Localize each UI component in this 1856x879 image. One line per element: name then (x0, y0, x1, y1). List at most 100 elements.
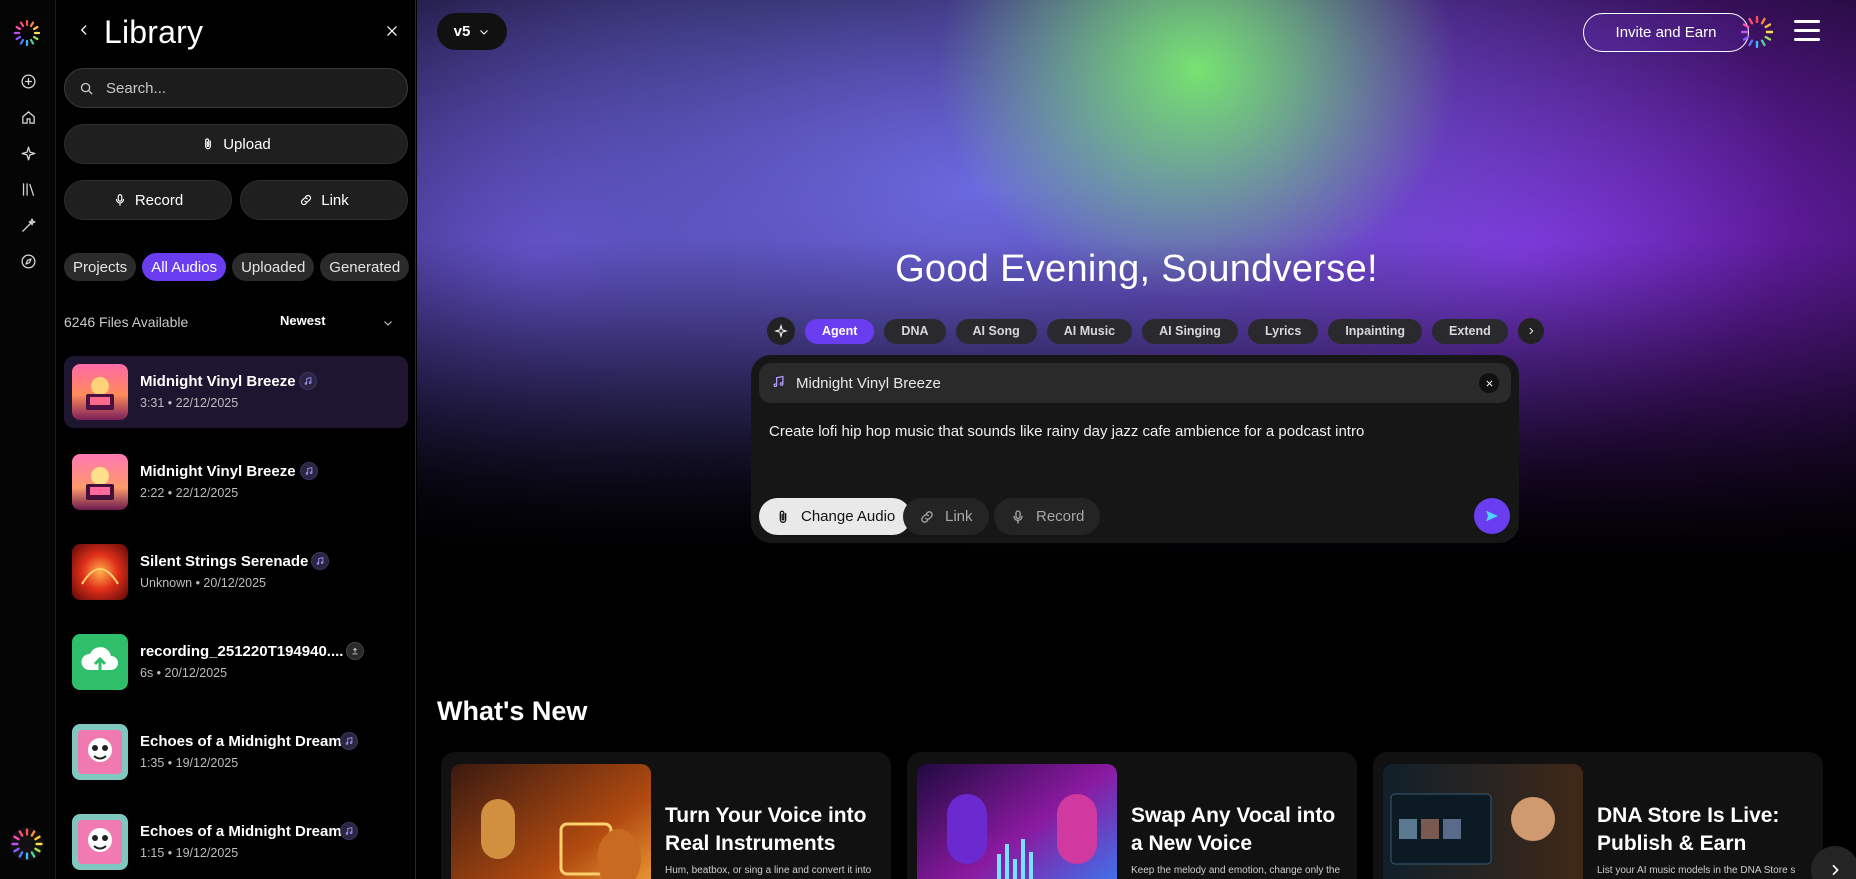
modes-next-button[interactable] (1517, 318, 1544, 344)
track-meta: 2:22 • 22/12/2025 (140, 486, 239, 500)
tab-extend[interactable]: Extend (1432, 318, 1508, 344)
tab-agent[interactable]: Agent (805, 318, 875, 344)
change-audio-button[interactable]: Change Audio (759, 498, 912, 535)
send-icon (1486, 510, 1498, 522)
list-item[interactable]: Echoes of a Midnight Dream 1:15 • 19/12/… (64, 806, 408, 878)
microphone-icon (115, 194, 124, 206)
icon-rail (0, 0, 56, 879)
tab-ai-singing[interactable]: AI Singing (1142, 318, 1238, 344)
list-item[interactable]: recording_251220T194940.... 6s • 20/12/2… (64, 626, 408, 698)
record-button[interactable]: Record (64, 180, 232, 220)
rail-new-button[interactable] (12, 65, 44, 97)
filter-tabs: Projects All Audios Uploaded Generated (64, 253, 410, 281)
track-thumbnail (72, 364, 128, 420)
tab-ai-song[interactable]: AI Song (955, 318, 1037, 344)
sort-label: Newest (280, 313, 326, 328)
rail-home-button[interactable] (12, 101, 44, 133)
hamburger-menu-button[interactable] (1794, 20, 1820, 42)
news-card[interactable]: Swap Any Vocal into a New Voice Keep the… (907, 752, 1357, 879)
user-avatar-icon[interactable] (1739, 14, 1775, 50)
rail-library-button[interactable] (12, 173, 44, 205)
chevron-left-icon (80, 25, 87, 35)
list-item[interactable]: Echoes of a Midnight Dream 1:35 • 19/12/… (64, 716, 408, 788)
link-icon (301, 194, 312, 206)
attached-audio-chip: Midnight Vinyl Breeze (759, 363, 1511, 403)
search-input[interactable] (106, 79, 386, 97)
rail-explore-button[interactable] (12, 245, 44, 277)
card-title: DNA Store Is Live: Publish & Earn (1597, 804, 1780, 855)
profile-avatar-icon[interactable] (9, 826, 45, 862)
rail-create-button[interactable] (12, 137, 44, 169)
library-header: Library (56, 0, 416, 64)
paperclip-icon (205, 138, 212, 150)
composer-record-button[interactable]: Record (994, 498, 1101, 535)
card-title: Swap Any Vocal into a New Voice (1131, 804, 1336, 855)
upload-button[interactable]: Upload (64, 124, 408, 164)
tab-ai-music[interactable]: AI Music (1046, 318, 1133, 344)
prompt-textarea[interactable]: Create lofi hip hop music that sounds li… (769, 423, 1364, 440)
track-thumbnail (72, 544, 128, 600)
mode-sparkle-button[interactable] (767, 317, 795, 345)
chevron-down-icon (480, 29, 489, 35)
menu-bar (1794, 20, 1820, 23)
invite-and-earn-button[interactable]: Invite and Earn (1583, 13, 1749, 52)
tab-inpainting[interactable]: Inpainting (1328, 318, 1423, 344)
chevron-right-icon (1832, 864, 1839, 876)
soundverse-logo-icon[interactable] (12, 18, 42, 48)
library-search[interactable] (64, 68, 408, 108)
library-icon (22, 182, 34, 196)
version-label: v5 (453, 23, 471, 40)
microphone-icon (1013, 509, 1023, 524)
link-label: Link (321, 191, 349, 209)
track-thumbnail (72, 814, 128, 870)
composer-link-button[interactable]: Link (903, 498, 989, 535)
close-icon (387, 26, 397, 36)
link-button[interactable]: Link (240, 180, 408, 220)
version-selector[interactable]: v5 (437, 13, 507, 50)
music-note-icon (299, 372, 317, 390)
library-back-button[interactable] (74, 18, 94, 42)
chevron-right-icon (1529, 327, 1534, 335)
files-count: 6246 Files Available (64, 314, 189, 330)
track-meta: 1:35 • 19/12/2025 (140, 756, 239, 770)
record-label: Record (134, 191, 184, 209)
tab-dna[interactable]: DNA (884, 318, 946, 344)
track-title: Echoes of a Midnight Dream (140, 733, 342, 750)
main-area: v5 Invite and Earn Good Evening, Soundve… (417, 0, 1856, 879)
library-title: Library (104, 14, 204, 50)
card-description: List your AI music models in the DNA Sto… (1597, 865, 1796, 876)
news-card[interactable]: Turn Your Voice into Real Instruments Hu… (441, 752, 891, 879)
filter-generated[interactable]: Generated (320, 253, 410, 281)
filter-projects[interactable]: Projects (64, 253, 137, 281)
music-note-icon (340, 822, 358, 840)
list-item[interactable]: Silent Strings Serenade Unknown • 20/12/… (64, 536, 408, 608)
list-item[interactable]: Midnight Vinyl Breeze 3:31 • 22/12/2025 (64, 356, 408, 428)
upload-label: Upload (223, 135, 271, 153)
send-button[interactable] (1474, 498, 1510, 534)
music-note-icon (300, 462, 318, 480)
track-title: Midnight Vinyl Breeze (140, 373, 296, 390)
close-icon (1486, 380, 1492, 386)
audio-list: Midnight Vinyl Breeze 3:31 • 22/12/2025 … (64, 356, 408, 879)
sort-chevron-button[interactable] (382, 316, 394, 328)
music-note-icon (771, 374, 786, 393)
sort-dropdown[interactable]: Newest (280, 313, 326, 328)
track-title: Silent Strings Serenade (140, 553, 309, 570)
library-close-button[interactable] (382, 21, 402, 41)
list-item[interactable]: Midnight Vinyl Breeze 2:22 • 22/12/2025 (64, 446, 408, 518)
news-card[interactable]: DNA Store Is Live: Publish & Earn List y… (1373, 752, 1823, 879)
sparkle-icon (20, 145, 36, 161)
composer-record-label: Record (1036, 508, 1085, 525)
track-title: recording_251220T194940.... (140, 643, 344, 660)
remove-audio-button[interactable] (1479, 373, 1499, 393)
tab-lyrics[interactable]: Lyrics (1247, 318, 1319, 344)
filter-all-audios[interactable]: All Audios (142, 253, 227, 281)
card-description: Hum, beatbox, or sing a line and convert… (665, 865, 872, 876)
music-note-icon (340, 732, 358, 750)
rail-tools-button[interactable] (12, 209, 44, 241)
composer-link-label: Link (945, 508, 973, 525)
filter-uploaded[interactable]: Uploaded (232, 253, 315, 281)
track-thumbnail (72, 634, 128, 690)
compass-icon (20, 253, 36, 269)
paperclip-icon (779, 510, 787, 523)
